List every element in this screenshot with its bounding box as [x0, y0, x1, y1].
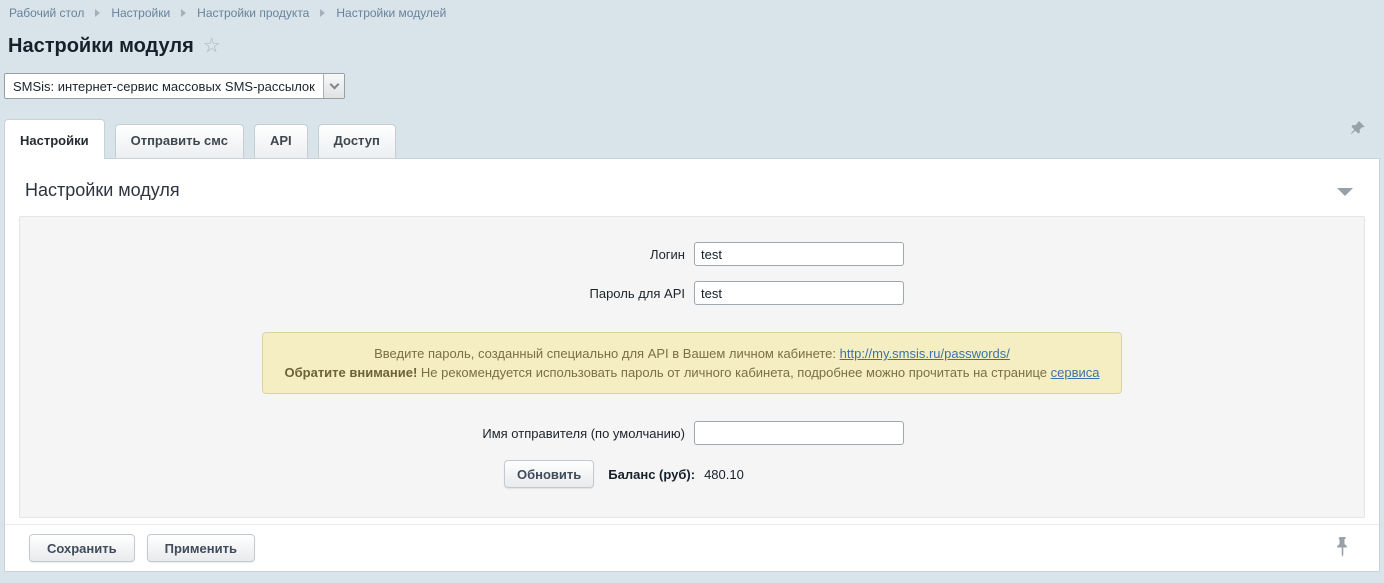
tab-settings[interactable]: Настройки [4, 119, 105, 159]
collapse-triangle-icon[interactable] [1337, 188, 1353, 196]
breadcrumb-item-desktop[interactable]: Рабочий стол [9, 6, 84, 20]
notice-text-1: Введите пароль, созданный специально для… [374, 346, 840, 361]
title-row: Настройки модуля ☆ [8, 33, 1384, 59]
login-label: Логин [20, 247, 685, 262]
balance-row: Обновить Баланс (руб): 480.10 [20, 460, 1364, 488]
save-button[interactable]: Сохранить [29, 534, 135, 562]
triangle-right-icon [95, 9, 100, 17]
form-footer: Сохранить Применить [5, 524, 1379, 572]
tab-access[interactable]: Доступ [318, 124, 396, 158]
sender-name-row: Имя отправителя (по умолчанию) [20, 421, 1364, 445]
api-password-row: Пароль для API [20, 281, 1364, 305]
chevron-down-icon [323, 74, 344, 98]
module-select[interactable]: SMSis: интернет-сервис массовых SMS-расс… [4, 73, 345, 99]
api-password-input[interactable] [694, 281, 904, 305]
passwords-link[interactable]: http://my.smsis.ru/passwords/ [840, 346, 1010, 361]
notice-line-2: Обратите внимание! Не рекомендуется испо… [273, 363, 1111, 382]
tab-bar: Настройки Отправить смс API Доступ [4, 118, 1384, 158]
tab-send-sms[interactable]: Отправить смс [115, 124, 244, 158]
pin-icon-bottom[interactable] [1336, 536, 1349, 561]
login-input[interactable] [694, 242, 904, 266]
balance-label: Баланс (руб): [608, 467, 695, 482]
service-link[interactable]: сервиса [1051, 365, 1100, 380]
breadcrumb-item-settings[interactable]: Настройки [111, 6, 170, 20]
tab-api[interactable]: API [254, 124, 308, 158]
apply-button[interactable]: Применить [147, 534, 255, 562]
settings-panel: Настройки модуля Логин Пароль для API Вв… [4, 158, 1380, 572]
sender-name-label: Имя отправителя (по умолчанию) [20, 426, 685, 441]
triangle-right-icon [181, 9, 186, 17]
login-row: Логин [20, 242, 1364, 266]
page: Рабочий стол Настройки Настройки продукт… [0, 0, 1384, 572]
page-title: Настройки модуля [8, 35, 194, 58]
api-password-label: Пароль для API [20, 286, 685, 301]
notice-box: Введите пароль, созданный специально для… [262, 332, 1122, 394]
notice-text-2: Не рекомендуется использовать пароль от … [417, 365, 1050, 380]
form-area: Логин Пароль для API Введите пароль, соз… [19, 216, 1365, 518]
notice-attention-label: Обратите внимание! [285, 365, 418, 380]
section-header: Настройки модуля [5, 159, 1379, 216]
sender-name-input[interactable] [694, 421, 904, 445]
breadcrumb-item-module-settings[interactable]: Настройки модулей [336, 6, 446, 20]
notice-line-1: Введите пароль, созданный специально для… [273, 344, 1111, 363]
refresh-button[interactable]: Обновить [504, 460, 594, 488]
section-title: Настройки модуля [25, 180, 180, 200]
module-select-value: SMSis: интернет-сервис массовых SMS-расс… [5, 79, 323, 94]
balance-value: 480.10 [704, 467, 744, 482]
breadcrumb: Рабочий стол Настройки Настройки продукт… [0, 0, 1384, 20]
triangle-right-icon [320, 9, 325, 17]
favorite-star-icon[interactable]: ☆ [203, 36, 221, 56]
breadcrumb-item-product-settings[interactable]: Настройки продукта [197, 6, 309, 20]
pin-icon[interactable] [1349, 120, 1366, 140]
